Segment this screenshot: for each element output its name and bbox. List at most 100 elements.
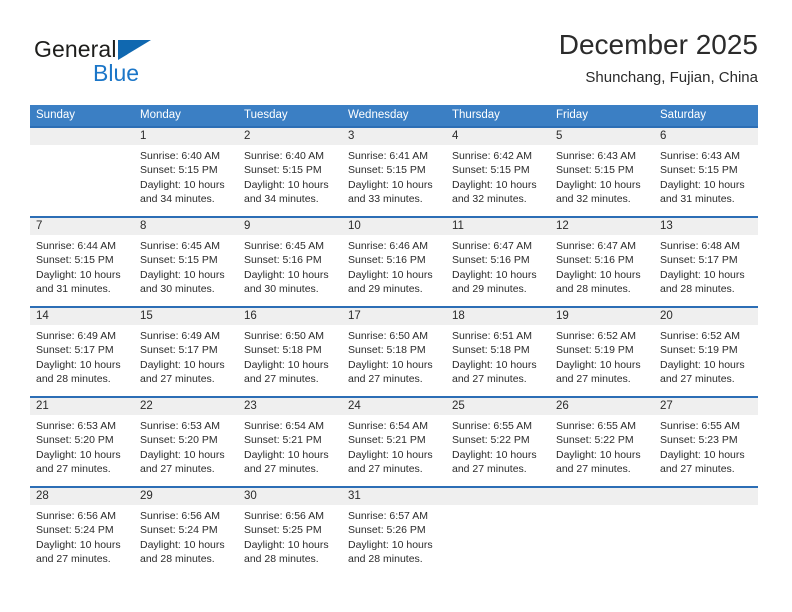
sunrise-text: Sunrise: 6:43 AM bbox=[660, 150, 740, 162]
day-cell[interactable]: 4 Sunrise: 6:42 AM Sunset: 5:15 PM Dayli… bbox=[446, 128, 550, 216]
sunset-text: Sunset: 5:26 PM bbox=[348, 524, 426, 537]
calendar-week-row: 28 Sunrise: 6:56 AM Sunset: 5:24 PM Dayl… bbox=[30, 486, 758, 576]
day-number: 12 bbox=[556, 220, 569, 232]
sunrise-text: Sunrise: 6:42 AM bbox=[452, 150, 532, 162]
day-cell[interactable]: 18 Sunrise: 6:51 AM Sunset: 5:18 PM Dayl… bbox=[446, 308, 550, 396]
sunrise-text: Sunrise: 6:46 AM bbox=[348, 240, 428, 252]
daylight-text-line2: and 28 minutes. bbox=[140, 553, 215, 566]
day-cell[interactable]: 21 Sunrise: 6:53 AM Sunset: 5:20 PM Dayl… bbox=[30, 398, 134, 486]
day-cell[interactable]: 14 Sunrise: 6:49 AM Sunset: 5:17 PM Dayl… bbox=[30, 308, 134, 396]
day-number: 25 bbox=[452, 400, 465, 412]
day-cell[interactable]: 9 Sunrise: 6:45 AM Sunset: 5:16 PM Dayli… bbox=[238, 218, 342, 306]
day-cell[interactable]: 30 Sunrise: 6:56 AM Sunset: 5:25 PM Dayl… bbox=[238, 488, 342, 576]
day-cell[interactable]: 6 Sunrise: 6:43 AM Sunset: 5:15 PM Dayli… bbox=[654, 128, 758, 216]
daylight-text-line2: and 34 minutes. bbox=[244, 193, 319, 206]
day-number: 13 bbox=[660, 220, 673, 232]
day-cell[interactable]: 26 Sunrise: 6:55 AM Sunset: 5:22 PM Dayl… bbox=[550, 398, 654, 486]
sunrise-text: Sunrise: 6:40 AM bbox=[244, 150, 324, 162]
day-number: 6 bbox=[660, 130, 667, 142]
day-cell[interactable]: 11 Sunrise: 6:47 AM Sunset: 5:16 PM Dayl… bbox=[446, 218, 550, 306]
weekday-header-wednesday: Wednesday bbox=[348, 109, 409, 121]
daylight-text-line2: and 32 minutes. bbox=[452, 193, 527, 206]
daylight-text-line1: Daylight: 10 hours bbox=[556, 268, 641, 281]
sunset-text: Sunset: 5:20 PM bbox=[140, 434, 218, 447]
daylight-text-line2: and 28 minutes. bbox=[660, 283, 735, 296]
day-number: 15 bbox=[140, 310, 153, 322]
sunset-text: Sunset: 5:17 PM bbox=[36, 344, 114, 357]
sunset-text: Sunset: 5:15 PM bbox=[36, 254, 114, 267]
page-title: December 2025 bbox=[558, 29, 758, 60]
calendar-grid: Sunday Monday Tuesday Wednesday Thursday… bbox=[30, 105, 758, 576]
sunrise-text: Sunrise: 6:44 AM bbox=[36, 240, 116, 252]
general-blue-logo[interactable]: General Blue bbox=[34, 36, 234, 92]
day-cell[interactable]: 13 Sunrise: 6:48 AM Sunset: 5:17 PM Dayl… bbox=[654, 218, 758, 306]
day-cell[interactable]: 17 Sunrise: 6:50 AM Sunset: 5:18 PM Dayl… bbox=[342, 308, 446, 396]
daylight-text-line2: and 34 minutes. bbox=[140, 193, 215, 206]
sunset-text: Sunset: 5:15 PM bbox=[452, 164, 530, 177]
day-number: 14 bbox=[36, 310, 49, 322]
day-number: 31 bbox=[348, 490, 361, 502]
day-cell[interactable]: 12 Sunrise: 6:47 AM Sunset: 5:16 PM Dayl… bbox=[550, 218, 654, 306]
day-cell[interactable]: 29 Sunrise: 6:56 AM Sunset: 5:24 PM Dayl… bbox=[134, 488, 238, 576]
day-cell[interactable]: 1 Sunrise: 6:40 AM Sunset: 5:15 PM Dayli… bbox=[134, 128, 238, 216]
sunrise-text: Sunrise: 6:54 AM bbox=[348, 420, 428, 432]
day-cell[interactable]: 24 Sunrise: 6:54 AM Sunset: 5:21 PM Dayl… bbox=[342, 398, 446, 486]
day-cell[interactable]: 19 Sunrise: 6:52 AM Sunset: 5:19 PM Dayl… bbox=[550, 308, 654, 396]
calendar-week-row: 7 Sunrise: 6:44 AM Sunset: 5:15 PM Dayli… bbox=[30, 216, 758, 306]
day-number: 7 bbox=[36, 220, 43, 232]
daylight-text-line2: and 27 minutes. bbox=[348, 373, 423, 386]
daylight-text-line2: and 27 minutes. bbox=[452, 373, 527, 386]
day-cell[interactable]: 15 Sunrise: 6:49 AM Sunset: 5:17 PM Dayl… bbox=[134, 308, 238, 396]
day-cell[interactable]: 16 Sunrise: 6:50 AM Sunset: 5:18 PM Dayl… bbox=[238, 308, 342, 396]
daylight-text-line2: and 28 minutes. bbox=[556, 283, 631, 296]
day-cell[interactable]: 31 Sunrise: 6:57 AM Sunset: 5:26 PM Dayl… bbox=[342, 488, 446, 576]
daylight-text-line2: and 33 minutes. bbox=[348, 193, 423, 206]
day-number: 24 bbox=[348, 400, 361, 412]
calendar-week-row: 14 Sunrise: 6:49 AM Sunset: 5:17 PM Dayl… bbox=[30, 306, 758, 396]
sunset-text: Sunset: 5:22 PM bbox=[452, 434, 530, 447]
day-number: 26 bbox=[556, 400, 569, 412]
sunrise-text: Sunrise: 6:49 AM bbox=[140, 330, 220, 342]
day-cell[interactable]: 28 Sunrise: 6:56 AM Sunset: 5:24 PM Dayl… bbox=[30, 488, 134, 576]
sunrise-text: Sunrise: 6:52 AM bbox=[660, 330, 740, 342]
day-cell[interactable]: 8 Sunrise: 6:45 AM Sunset: 5:15 PM Dayli… bbox=[134, 218, 238, 306]
day-cell[interactable]: 27 Sunrise: 6:55 AM Sunset: 5:23 PM Dayl… bbox=[654, 398, 758, 486]
daylight-text-line1: Daylight: 10 hours bbox=[36, 538, 121, 551]
day-cell[interactable] bbox=[550, 488, 654, 576]
day-number: 21 bbox=[36, 400, 49, 412]
day-cell[interactable] bbox=[30, 128, 134, 216]
day-cell[interactable] bbox=[446, 488, 550, 576]
day-cell[interactable]: 25 Sunrise: 6:55 AM Sunset: 5:22 PM Dayl… bbox=[446, 398, 550, 486]
daylight-text-line1: Daylight: 10 hours bbox=[140, 538, 225, 551]
daylight-text-line2: and 27 minutes. bbox=[244, 373, 319, 386]
sunrise-text: Sunrise: 6:51 AM bbox=[452, 330, 532, 342]
day-cell[interactable]: 20 Sunrise: 6:52 AM Sunset: 5:19 PM Dayl… bbox=[654, 308, 758, 396]
day-cell[interactable]: 22 Sunrise: 6:53 AM Sunset: 5:20 PM Dayl… bbox=[134, 398, 238, 486]
daylight-text-line2: and 27 minutes. bbox=[452, 463, 527, 476]
day-cell[interactable]: 10 Sunrise: 6:46 AM Sunset: 5:16 PM Dayl… bbox=[342, 218, 446, 306]
day-cell[interactable]: 23 Sunrise: 6:54 AM Sunset: 5:21 PM Dayl… bbox=[238, 398, 342, 486]
day-cell[interactable]: 2 Sunrise: 6:40 AM Sunset: 5:15 PM Dayli… bbox=[238, 128, 342, 216]
daylight-text-line2: and 27 minutes. bbox=[244, 463, 319, 476]
daylight-text-line1: Daylight: 10 hours bbox=[452, 448, 537, 461]
sunset-text: Sunset: 5:15 PM bbox=[140, 254, 218, 267]
weekday-header-row: Sunday Monday Tuesday Wednesday Thursday… bbox=[30, 105, 758, 126]
daylight-text-line2: and 28 minutes. bbox=[348, 553, 423, 566]
sunset-text: Sunset: 5:15 PM bbox=[660, 164, 738, 177]
day-cell[interactable]: 5 Sunrise: 6:43 AM Sunset: 5:15 PM Dayli… bbox=[550, 128, 654, 216]
sunrise-text: Sunrise: 6:45 AM bbox=[244, 240, 324, 252]
day-number: 28 bbox=[36, 490, 49, 502]
sunset-text: Sunset: 5:17 PM bbox=[660, 254, 738, 267]
sunrise-text: Sunrise: 6:47 AM bbox=[556, 240, 636, 252]
daylight-text-line1: Daylight: 10 hours bbox=[660, 358, 745, 371]
day-cell[interactable] bbox=[654, 488, 758, 576]
daylight-text-line2: and 32 minutes. bbox=[556, 193, 631, 206]
sunrise-text: Sunrise: 6:45 AM bbox=[140, 240, 220, 252]
daylight-text-line2: and 27 minutes. bbox=[36, 463, 111, 476]
day-cell[interactable]: 3 Sunrise: 6:41 AM Sunset: 5:15 PM Dayli… bbox=[342, 128, 446, 216]
sunrise-text: Sunrise: 6:40 AM bbox=[140, 150, 220, 162]
page-header: General Blue December 2025 Shunchang, Fu… bbox=[0, 0, 792, 104]
sunrise-text: Sunrise: 6:43 AM bbox=[556, 150, 636, 162]
logo-text-blue: Blue bbox=[93, 60, 140, 86]
day-cell[interactable]: 7 Sunrise: 6:44 AM Sunset: 5:15 PM Dayli… bbox=[30, 218, 134, 306]
